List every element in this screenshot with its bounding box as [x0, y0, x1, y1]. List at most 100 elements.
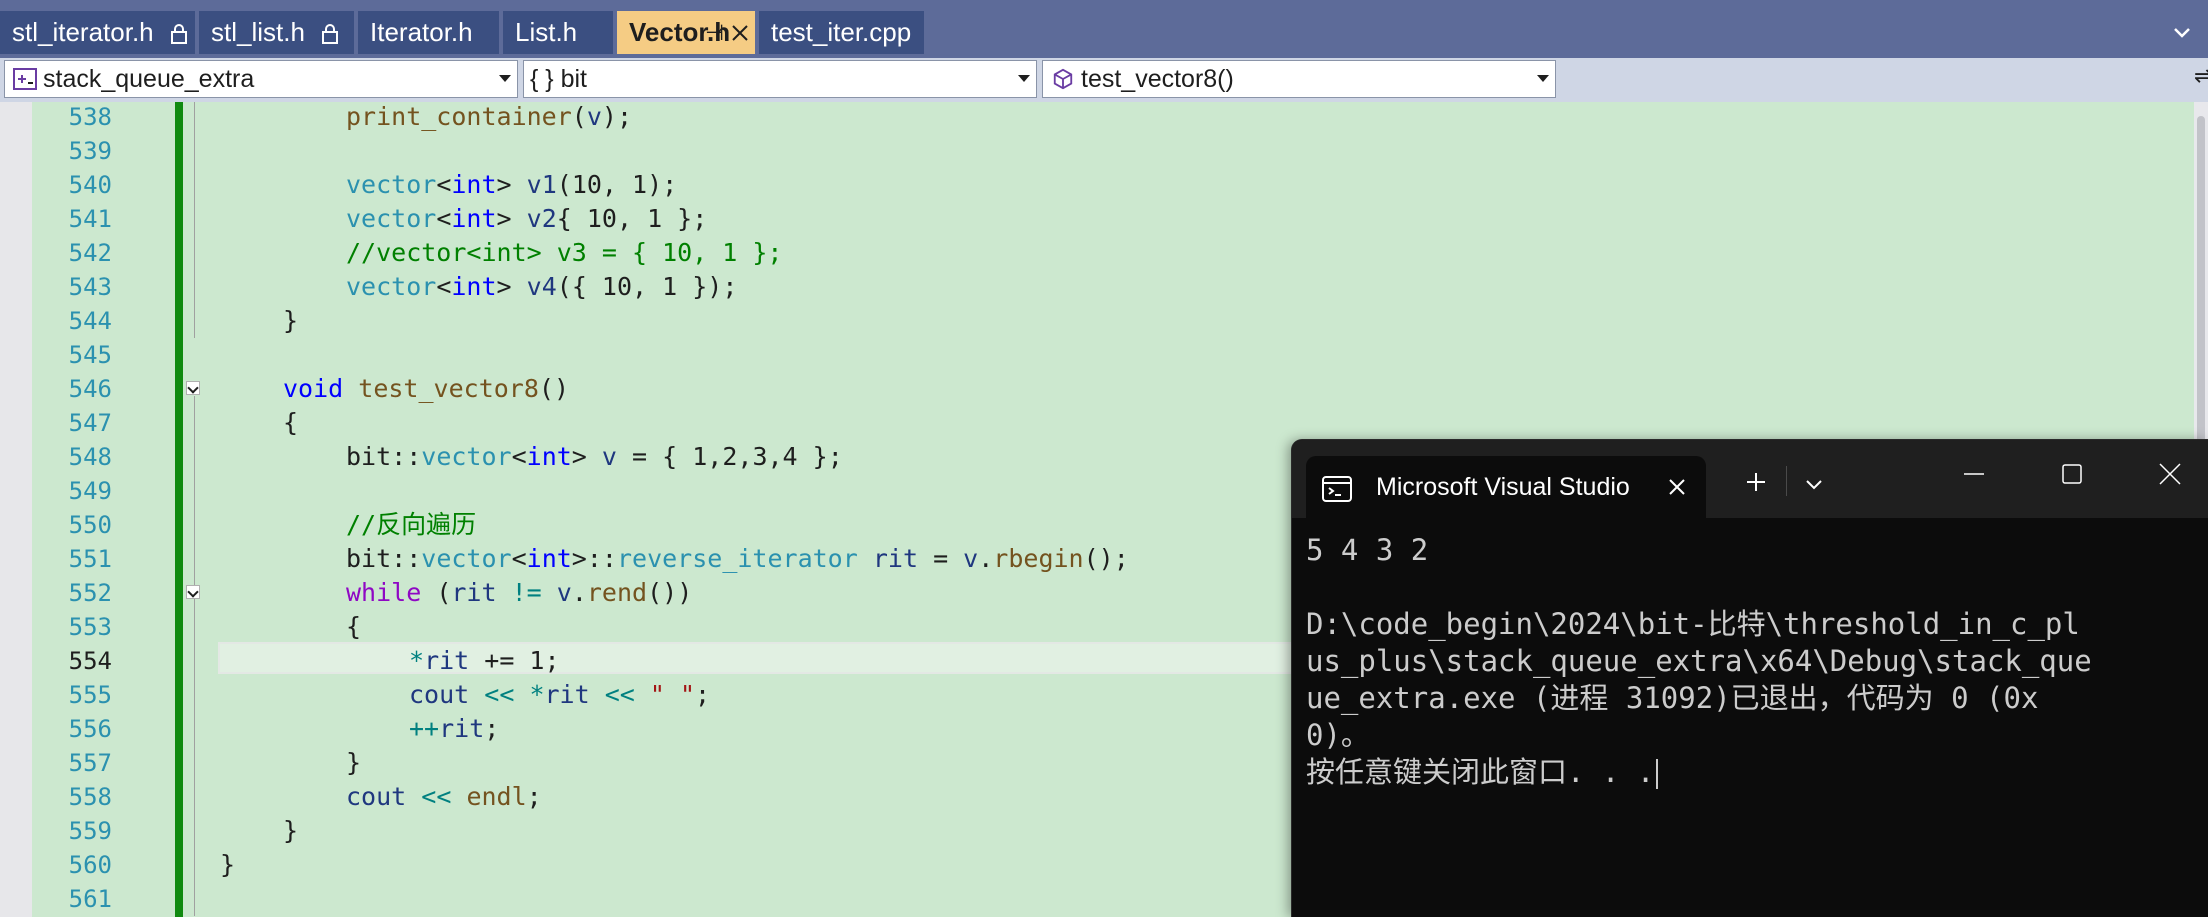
- console-window[interactable]: Microsoft Visual Studio 5 4 3 2 D:\code_…: [1292, 440, 2208, 917]
- chevron-down-icon[interactable]: [1804, 474, 1824, 494]
- terminal-icon: [1322, 476, 1352, 502]
- tab-label: test_iter.cpp: [771, 17, 912, 47]
- line-number: 542: [68, 239, 112, 267]
- code-line: cout << *rit << " ";: [409, 680, 711, 709]
- code-line: {: [346, 612, 362, 641]
- line-number: 556: [68, 715, 112, 743]
- code-line: }: [346, 748, 362, 777]
- tab-label: List.h: [515, 17, 578, 47]
- line-number: 551: [68, 545, 112, 573]
- code-line: vector<int> v1(10, 1);: [346, 170, 678, 199]
- close-icon[interactable]: [731, 24, 749, 42]
- code-line: while (rit != v.rend()): [346, 578, 693, 607]
- line-number: 557: [68, 749, 112, 777]
- collapse-toggle[interactable]: [186, 381, 200, 395]
- line-number: 547: [68, 409, 112, 437]
- console-output-line: 按任意键关闭此窗口. . .: [1306, 754, 1659, 791]
- code-line: }: [220, 850, 236, 879]
- divider: [1786, 466, 1787, 496]
- line-number: 553: [68, 613, 112, 641]
- chevron-down-icon[interactable]: [1537, 75, 1549, 82]
- tab-label: stl_list.h: [211, 17, 305, 47]
- chevron-down-icon[interactable]: [499, 75, 511, 82]
- console-titlebar[interactable]: Microsoft Visual Studio: [1292, 440, 2208, 518]
- line-number: 558: [68, 783, 112, 811]
- tab-vector-h[interactable]: Vector.h ⊣: [617, 11, 755, 54]
- tab-iterator-h[interactable]: Iterator.h: [358, 11, 499, 54]
- code-line-current: *rit += 1;: [409, 646, 560, 675]
- line-number: 549: [68, 477, 112, 505]
- navigation-bar: stack_queue_extra { } bit test_vector8()…: [0, 58, 2208, 102]
- plus-icon[interactable]: [1744, 470, 1768, 494]
- line-number-current: 554: [68, 647, 112, 675]
- line-number: 561: [68, 885, 112, 913]
- code-line: bit::vector<int>::reverse_iterator rit =…: [346, 544, 1129, 573]
- minimize-icon[interactable]: [1962, 462, 1986, 486]
- console-output-line: 5 4 3 2: [1306, 533, 1429, 567]
- tab-list-h[interactable]: List.h: [503, 11, 613, 54]
- code-line: bit::vector<int> v = { 1,2,3,4 };: [346, 442, 843, 471]
- line-number: 546: [68, 375, 112, 403]
- code-line: ++rit;: [409, 714, 500, 743]
- indicator-margin: [0, 102, 32, 917]
- split-icon[interactable]: ⇌: [2194, 64, 2208, 89]
- collapse-toggle[interactable]: [186, 585, 200, 599]
- console-title: Microsoft Visual Studio: [1376, 473, 1630, 501]
- console-output-line: ue_extra.exe (进程 31092)已退出，代码为 0 (0x: [1306, 681, 2039, 715]
- cube-icon: [1053, 68, 1073, 90]
- scope-dropdown[interactable]: { } bit: [523, 60, 1037, 98]
- line-number: 545: [68, 341, 112, 369]
- code-line: print_container(v);: [346, 102, 633, 131]
- line-number: 539: [68, 137, 112, 165]
- line-number: 555: [68, 681, 112, 709]
- line-number: 559: [68, 817, 112, 845]
- member-name: test_vector8(): [1081, 65, 1234, 93]
- lock-icon: [170, 24, 187, 45]
- outline-guide: [194, 396, 195, 916]
- member-dropdown[interactable]: test_vector8(): [1042, 60, 1556, 98]
- close-icon[interactable]: [1666, 476, 1688, 498]
- code-line: vector<int> v4({ 10, 1 });: [346, 272, 738, 301]
- console-output-line: 0)。: [1306, 718, 1370, 752]
- project-icon: [13, 68, 37, 90]
- tab-label: stl_iterator.h: [12, 17, 154, 47]
- tab-stl-list-h[interactable]: stl_list.h: [199, 11, 354, 54]
- line-number: 548: [68, 443, 112, 471]
- console-tab[interactable]: Microsoft Visual Studio: [1306, 456, 1706, 518]
- tab-label: Iterator.h: [370, 17, 473, 47]
- lock-icon: [322, 24, 339, 45]
- tab-stl-iterator-h[interactable]: stl_iterator.h: [0, 11, 195, 54]
- chevron-down-icon[interactable]: [1018, 75, 1030, 82]
- code-line: }: [283, 306, 299, 335]
- pin-icon[interactable]: ⊣: [705, 11, 724, 54]
- console-output-line: D:\code_begin\2024\bit-比特\threshold_in_c…: [1306, 607, 2080, 641]
- code-comment: //vector<int> v3 = { 10, 1 };: [346, 238, 783, 267]
- maximize-icon[interactable]: [2060, 462, 2084, 486]
- document-tab-strip: stl_iterator.h stl_list.h Iterator.h Lis…: [0, 0, 2208, 58]
- line-number: 538: [68, 103, 112, 131]
- outline-guide: [194, 102, 195, 338]
- console-output-line: us_plus\stack_queue_extra\x64\Debug\stac…: [1306, 644, 2092, 678]
- project-dropdown[interactable]: stack_queue_extra: [4, 60, 518, 98]
- chevron-down-icon[interactable]: [2172, 22, 2192, 42]
- console-prompt-text: 按任意键关闭此窗口. . .: [1306, 755, 1655, 789]
- close-icon[interactable]: [2158, 462, 2182, 486]
- code-line: {: [283, 408, 299, 437]
- line-number: 544: [68, 307, 112, 335]
- code-line: vector<int> v2{ 10, 1 };: [346, 204, 708, 233]
- line-number: 543: [68, 273, 112, 301]
- line-number: 550: [68, 511, 112, 539]
- code-comment: //反向遍历: [346, 510, 477, 539]
- code-line: cout << endl;: [346, 782, 542, 811]
- line-number: 540: [68, 171, 112, 199]
- text-cursor: [1656, 759, 1659, 789]
- line-number: 560: [68, 851, 112, 879]
- code-line: void test_vector8(): [283, 374, 570, 403]
- project-name: stack_queue_extra: [43, 65, 255, 93]
- line-number: 552: [68, 579, 112, 607]
- scope-name: { } bit: [530, 65, 587, 93]
- code-line: }: [283, 816, 299, 845]
- line-number: 541: [68, 205, 112, 233]
- tab-test-iter-cpp[interactable]: test_iter.cpp: [759, 11, 924, 54]
- change-tracking-bar: [175, 102, 183, 917]
